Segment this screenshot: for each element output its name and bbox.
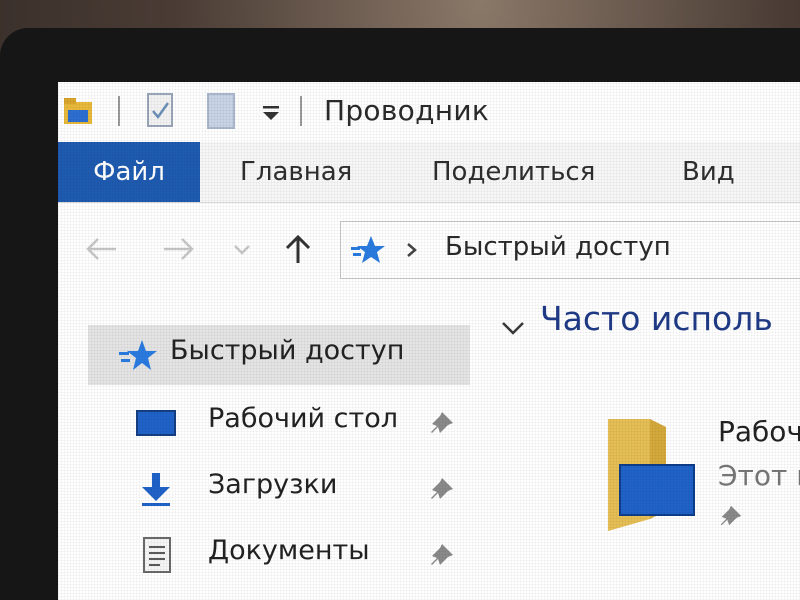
desktop-icon bbox=[136, 410, 176, 436]
nav-item-downloads[interactable]: Загрузки bbox=[98, 459, 470, 519]
address-path[interactable]: Быстрый доступ bbox=[445, 232, 671, 262]
customize-dropdown-icon[interactable] bbox=[260, 102, 282, 124]
desktop-folder-icon[interactable] bbox=[590, 419, 702, 531]
nav-item-quick-access[interactable]: Быстрый доступ bbox=[88, 325, 470, 385]
group-title[interactable]: Часто исполь bbox=[540, 299, 773, 338]
up-arrow-icon[interactable] bbox=[280, 233, 316, 265]
window-title: Проводник bbox=[324, 94, 490, 127]
download-icon bbox=[142, 473, 170, 506]
ribbon-tabs: Файл Главная Поделиться Вид bbox=[58, 142, 800, 203]
document-icon bbox=[143, 537, 171, 573]
nav-item-label: Загрузки bbox=[208, 469, 338, 500]
title-bar: Проводник bbox=[58, 82, 800, 142]
breadcrumb-chevron-icon[interactable] bbox=[403, 238, 421, 262]
navigation-row: Быстрый доступ bbox=[58, 203, 800, 289]
pin-icon[interactable] bbox=[428, 541, 456, 569]
quick-access-star-icon bbox=[351, 236, 385, 263]
content-pane: Часто исполь Рабоч Этот к bbox=[488, 289, 800, 600]
tile-name[interactable]: Рабоч bbox=[718, 415, 800, 448]
navigation-pane: Быстрый доступ Рабочий стол Загрузки Док… bbox=[58, 289, 488, 600]
tab-file[interactable]: Файл bbox=[58, 142, 200, 202]
tab-home[interactable]: Главная bbox=[240, 142, 352, 202]
tile-subtitle: Этот к bbox=[718, 459, 800, 492]
forward-arrow-icon[interactable] bbox=[160, 233, 196, 265]
toolbar-separator bbox=[300, 96, 302, 126]
nav-item-label: Документы bbox=[208, 535, 370, 566]
back-arrow-icon[interactable] bbox=[84, 233, 120, 265]
pin-icon bbox=[720, 505, 742, 526]
toolbar-separator bbox=[118, 96, 120, 126]
tab-view[interactable]: Вид bbox=[682, 142, 735, 202]
nav-item-documents[interactable]: Документы bbox=[98, 525, 470, 585]
recent-locations-chevron-icon[interactable] bbox=[232, 233, 252, 265]
properties-icon[interactable] bbox=[146, 92, 178, 130]
explorer-window: Проводник Файл Главная Поделиться Вид Бы… bbox=[58, 82, 800, 600]
folder-icon[interactable] bbox=[64, 98, 92, 124]
pin-icon[interactable] bbox=[428, 475, 456, 503]
nav-item-label: Быстрый доступ bbox=[170, 335, 405, 366]
nav-item-desktop[interactable]: Рабочий стол bbox=[98, 393, 470, 453]
chevron-down-icon[interactable] bbox=[500, 317, 526, 339]
new-folder-icon[interactable] bbox=[206, 92, 238, 130]
tab-share[interactable]: Поделиться bbox=[432, 142, 595, 202]
nav-item-label: Рабочий стол bbox=[208, 403, 398, 434]
address-bar[interactable]: Быстрый доступ bbox=[340, 221, 800, 279]
pin-icon[interactable] bbox=[428, 409, 456, 437]
star-icon bbox=[119, 340, 157, 370]
